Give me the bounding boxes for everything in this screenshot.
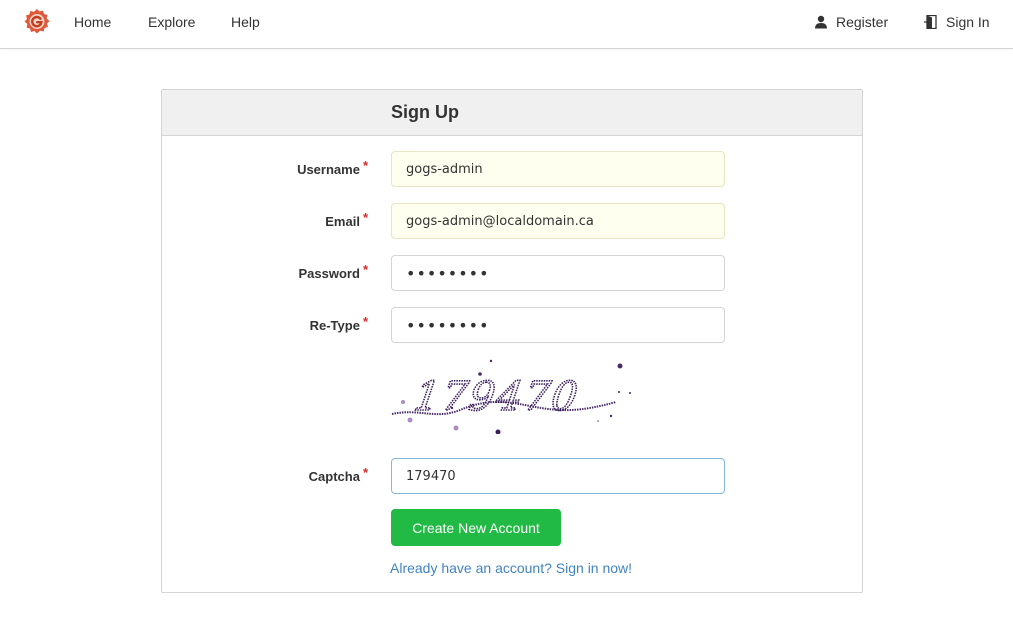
sign-up-card: Sign Up Username* Email* Password* Re-Ty… [161,89,863,593]
password-label-text: Password [298,266,360,281]
nav-explore-link[interactable]: Explore [148,14,195,30]
captcha-label: Captcha * [308,465,368,484]
captcha-image: 179470 [391,359,631,434]
top-navbar: Home Explore Help Register Sign In [0,0,1013,49]
nav-help-link[interactable]: Help [231,14,260,30]
required-marker: * [362,210,368,225]
email-input[interactable] [391,203,725,239]
nav-sign-in-link[interactable]: Sign In [924,14,990,30]
required-marker: * [362,158,368,173]
nav-register-link[interactable]: Register [814,14,888,30]
gogs-logo-icon[interactable] [23,8,51,36]
retype-label: Re-Type * [309,314,368,333]
sign-in-label: Sign In [946,14,990,30]
password-input[interactable] [391,255,725,291]
captcha-text: 179470 [411,374,582,420]
nav-home-link[interactable]: Home [74,14,111,30]
user-icon [815,15,827,29]
sign-in-now-link[interactable]: Already have an account? Sign in now! [390,560,632,576]
sign-in-icon [924,15,937,29]
captcha-label-text: Captcha [308,469,360,484]
email-label-text: Email [325,214,360,229]
register-label: Register [836,14,889,30]
retype-password-input[interactable] [391,307,725,343]
required-marker: * [362,262,368,277]
retype-label-text: Re-Type [309,318,360,333]
email-label: Email * [325,210,368,229]
username-input[interactable] [391,151,725,187]
username-label-text: Username [297,162,360,177]
password-label: Password * [298,262,368,281]
captcha-input[interactable] [391,458,725,494]
sign-up-card-header: Sign Up [162,90,862,136]
required-marker: * [362,465,368,480]
username-label: Username * [297,158,368,177]
page-title: Sign Up [391,102,459,122]
required-marker: * [362,314,368,329]
create-account-button[interactable]: Create New Account [391,509,561,546]
